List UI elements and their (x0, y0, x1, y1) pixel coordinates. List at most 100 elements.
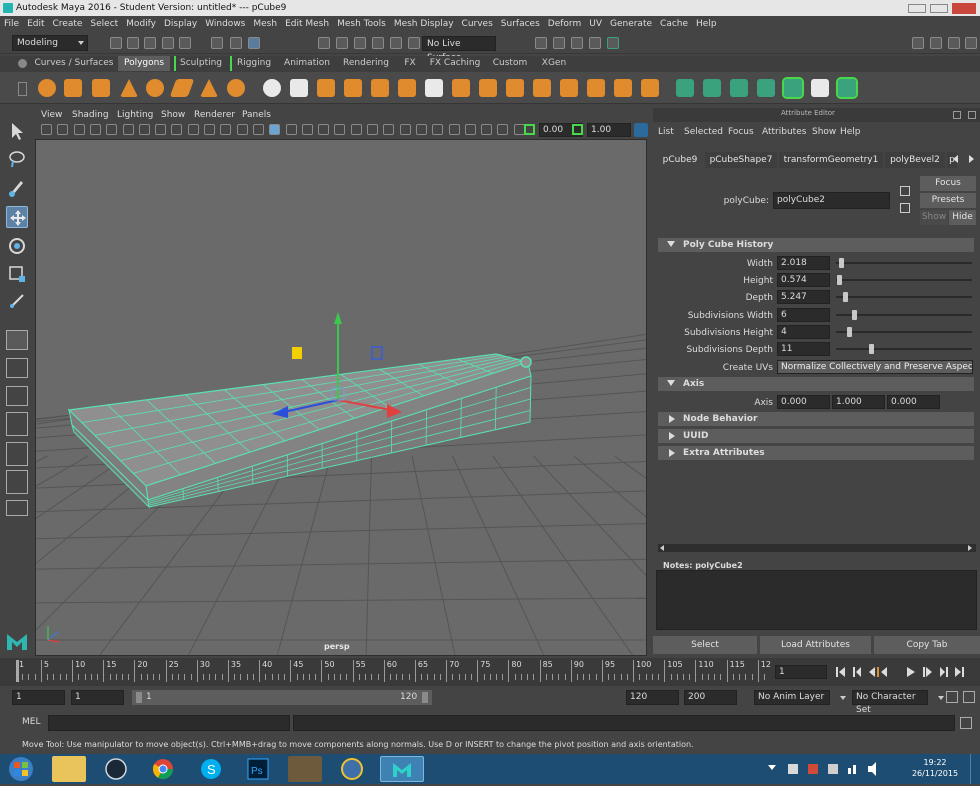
viewport-tool-icon[interactable] (41, 124, 52, 135)
script-editor-icon[interactable] (960, 717, 972, 729)
layout-outliner-icon[interactable] (6, 412, 28, 436)
ae-close-icon[interactable] (968, 111, 976, 119)
viewport-tool-icon[interactable] (253, 124, 264, 135)
far-clip-field[interactable]: 1.00 (587, 123, 631, 137)
viewport-menu-lighting[interactable]: Lighting (117, 108, 153, 122)
menu-modify[interactable]: Modify (126, 19, 156, 29)
axis-y-field[interactable]: 1.000 (832, 395, 885, 409)
range-bar[interactable]: 1 120 (132, 690, 432, 705)
maximize-button[interactable] (930, 4, 948, 13)
menu-help[interactable]: Help (696, 19, 717, 29)
anim-layer-dropdown[interactable]: No Anim Layer (754, 690, 830, 705)
planar-uv-icon[interactable] (676, 79, 694, 97)
node-name-field[interactable]: polyCube2 (773, 192, 890, 209)
chrome-taskbar-icon[interactable] (146, 756, 180, 782)
start-button[interactable] (3, 755, 39, 783)
depth-slider-knob[interactable] (843, 292, 848, 302)
section-poly-cube-history[interactable]: Poly Cube History (658, 238, 974, 252)
layout-side-icon[interactable] (6, 386, 28, 406)
save-scene-icon[interactable] (144, 37, 156, 49)
tab-custom[interactable]: Custom (488, 56, 532, 71)
poly-cylinder-icon[interactable] (92, 79, 110, 97)
height-field[interactable]: 0.574 (777, 273, 830, 287)
collapse-icon[interactable] (641, 79, 659, 97)
hide-button[interactable]: Hide (949, 210, 976, 225)
magnet-icon[interactable] (408, 37, 420, 49)
close-button[interactable] (952, 3, 976, 14)
modeling-toolkit-icon[interactable] (912, 37, 924, 49)
viewport-menu-view[interactable]: View (41, 108, 62, 122)
time-slider[interactable]: 1510152025303540455055606570758085909510… (0, 658, 980, 686)
node-input-icon[interactable] (900, 186, 910, 196)
new-scene-icon[interactable] (110, 37, 122, 49)
snap-point-icon[interactable] (354, 37, 366, 49)
redo-icon[interactable] (179, 37, 191, 49)
tab-scroll-right-icon[interactable] (969, 155, 974, 163)
rotate-tool-icon[interactable] (6, 235, 28, 257)
tab-sculpting[interactable]: Sculpting (174, 56, 226, 71)
explorer-taskbar-icon[interactable] (52, 756, 86, 782)
section-axis[interactable]: Axis (658, 377, 974, 391)
combine-icon[interactable] (263, 79, 281, 97)
tab-curves-surfaces[interactable]: Curves / Surfaces (34, 56, 114, 71)
taskbar-clock[interactable]: 19:22 26/11/2015 (905, 757, 965, 781)
channel-box-toggle-icon[interactable] (965, 37, 977, 49)
width-slider-knob[interactable] (839, 258, 844, 268)
viewport-tool-icon[interactable] (302, 124, 313, 135)
subdivisions-depth-slider[interactable] (836, 348, 972, 350)
bevel-icon[interactable] (506, 79, 524, 97)
menu-set-dropdown[interactable]: Modeling (12, 35, 88, 51)
menu-mesh[interactable]: Mesh (253, 19, 277, 29)
multi-cut-icon[interactable] (425, 79, 443, 97)
viewport-menu-renderer[interactable]: Renderer (194, 108, 235, 122)
viewport-tool-icon[interactable] (123, 124, 134, 135)
viewport-tool-icon[interactable] (90, 124, 101, 135)
viewport-tool-icon[interactable] (220, 124, 231, 135)
append-polygon-icon[interactable] (560, 79, 578, 97)
viewport-tool-icon[interactable] (237, 124, 248, 135)
menu-create[interactable]: Create (53, 19, 83, 29)
create-uvs-dropdown[interactable]: Normalize Collectively and Preserve Aspe… (777, 360, 973, 374)
bridge-icon[interactable] (479, 79, 497, 97)
viewport-tool-icon[interactable] (155, 124, 166, 135)
viewport-tool-icon[interactable] (416, 124, 427, 135)
tab-rigging[interactable]: Rigging (230, 56, 276, 71)
shelf-menu-icon[interactable] (18, 82, 27, 96)
ae-menu-focus[interactable]: Focus (728, 127, 754, 137)
viewport-tool-icon[interactable] (334, 124, 345, 135)
select-tool-icon[interactable] (6, 120, 28, 142)
ae-tab-polybevel2[interactable]: polyBevel2 (885, 152, 945, 168)
undo-icon[interactable] (162, 37, 174, 49)
section-uuid[interactable]: UUID (658, 429, 974, 443)
load-attributes-button[interactable]: Load Attributes (760, 636, 871, 654)
presets-button[interactable]: Presets (920, 193, 976, 208)
menu-uv[interactable]: UV (589, 19, 602, 29)
subdivisions-depth-field[interactable]: 11 (777, 342, 830, 356)
ae-tab-transformgeometry1[interactable]: transformGeometry1 (779, 152, 883, 168)
anim-end-field[interactable]: 120 (626, 690, 679, 705)
open-scene-icon[interactable] (127, 37, 139, 49)
extract-icon[interactable] (317, 79, 335, 97)
game-taskbar-icon[interactable] (288, 756, 322, 782)
tab-fx[interactable]: FX (398, 56, 422, 71)
hypershade-icon[interactable] (607, 37, 619, 49)
ipr-render-icon[interactable] (571, 37, 583, 49)
viewport-menu-show[interactable]: Show (161, 108, 185, 122)
subdivisions-width-field[interactable]: 6 (777, 308, 830, 322)
viewport-tool-icon[interactable] (139, 124, 150, 135)
ae-menu-list[interactable]: List (658, 127, 674, 137)
depth-slider[interactable] (836, 296, 972, 298)
spherical-uv-icon[interactable] (730, 79, 748, 97)
automatic-uv-icon[interactable] (757, 79, 775, 97)
notes-textarea[interactable] (656, 570, 977, 630)
checker-icon[interactable] (811, 79, 829, 97)
viewport-srgb-icon[interactable] (634, 123, 648, 137)
subdivisions-height-slider[interactable] (836, 331, 972, 333)
copy-tab-button[interactable]: Copy Tab (874, 636, 980, 654)
uv-editor-icon[interactable] (784, 79, 802, 97)
menu-edit[interactable]: Edit (27, 19, 44, 29)
current-frame-field[interactable]: 1 (775, 665, 827, 679)
viewport-tool-icon[interactable] (481, 124, 492, 135)
width-field[interactable]: 2.018 (777, 256, 830, 270)
viewport-tool-icon[interactable] (286, 124, 297, 135)
